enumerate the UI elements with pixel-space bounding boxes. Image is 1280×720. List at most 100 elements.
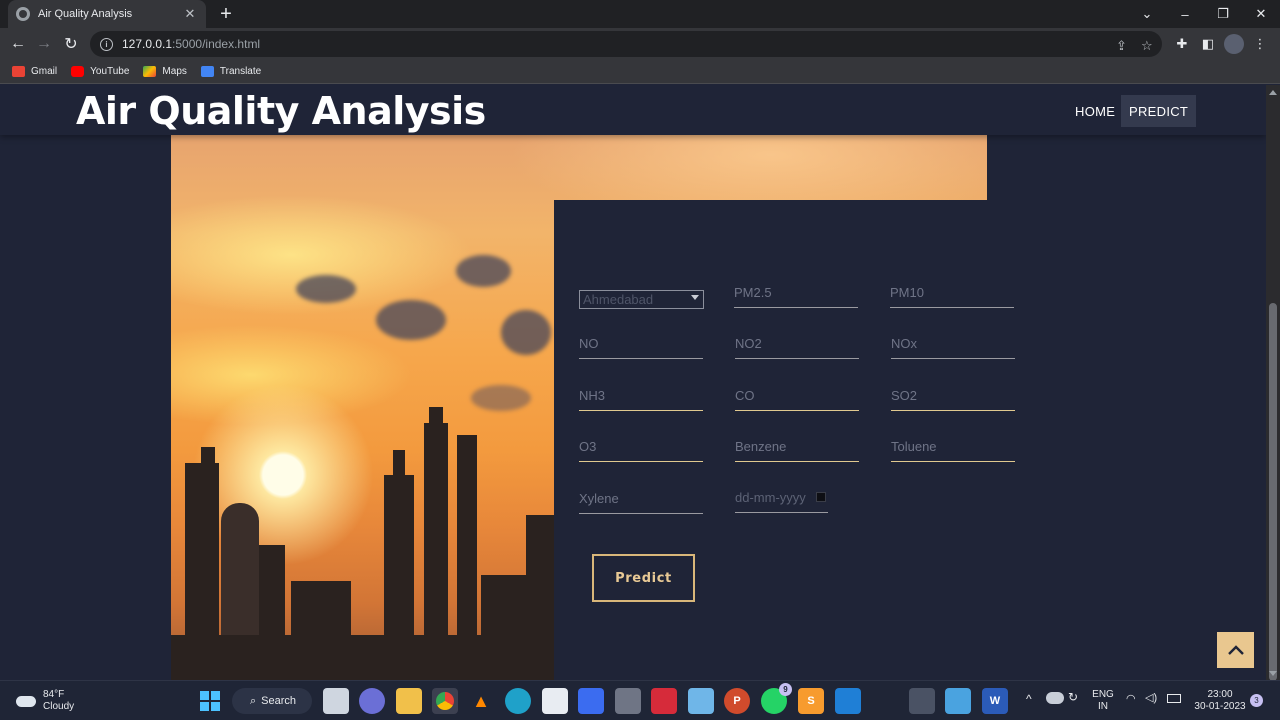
notification-badge[interactable]: 3 (1250, 694, 1263, 707)
pm10-field[interactable] (890, 278, 1014, 308)
info-icon[interactable]: i (100, 37, 113, 51)
toluene-field[interactable] (891, 432, 1015, 462)
battery-icon[interactable] (1167, 694, 1181, 703)
weather-widget[interactable]: 84°F Cloudy (16, 689, 74, 713)
co-input[interactable] (735, 381, 859, 409)
smoke-cloud (471, 385, 531, 411)
notepad-icon[interactable] (688, 688, 714, 714)
forward-arrow-icon[interactable]: → (32, 32, 56, 56)
back-arrow-icon[interactable]: ← (6, 32, 30, 56)
calendar-icon[interactable] (816, 492, 826, 502)
extensions-icon[interactable]: ✚ (1172, 34, 1192, 54)
bookmark-star-icon[interactable]: ☆ (1141, 38, 1153, 54)
no-field[interactable] (579, 329, 703, 359)
word-icon[interactable]: W (982, 688, 1008, 714)
app-icon[interactable] (945, 688, 971, 714)
o3-input[interactable] (579, 432, 703, 460)
teams-chat-icon[interactable] (359, 688, 385, 714)
vlc-icon[interactable]: ▲ (468, 688, 494, 714)
profile-avatar[interactable] (1224, 34, 1244, 54)
nh3-field[interactable] (579, 381, 703, 411)
clock[interactable]: 23:00 30-01-2023 (1190, 689, 1250, 713)
app-icon[interactable] (578, 688, 604, 714)
predict-button[interactable]: Predict (592, 554, 695, 602)
date-placeholder: dd-mm-yyyy (735, 490, 806, 505)
side-panel-icon[interactable]: ◧ (1198, 34, 1218, 54)
sublime-icon[interactable]: S (798, 688, 824, 714)
o3-field[interactable] (579, 432, 703, 462)
city-select[interactable]: Ahmedabad (579, 290, 704, 309)
benzene-input[interactable] (735, 432, 859, 460)
powerpoint-icon[interactable]: P (724, 688, 750, 714)
bookmark-youtube[interactable]: YouTube (71, 66, 129, 77)
so2-field[interactable] (891, 381, 1015, 411)
onedrive-icon[interactable] (1046, 692, 1064, 704)
no-input[interactable] (579, 329, 703, 357)
browser-tab[interactable]: Air Quality Analysis ✕ (8, 0, 206, 28)
pm25-field[interactable] (734, 278, 858, 308)
toluene-input[interactable] (891, 432, 1015, 460)
bookmarks-bar: Gmail YouTube Maps Translate (0, 60, 1280, 84)
sync-icon[interactable]: ↻ (1068, 691, 1078, 703)
ms-store-icon[interactable] (542, 688, 568, 714)
chevron-down-icon (691, 295, 699, 300)
terminal-icon[interactable] (909, 688, 935, 714)
scroll-down-icon[interactable] (1269, 671, 1277, 676)
scrollbar-thumb[interactable] (1269, 303, 1277, 681)
scroll-up-icon[interactable] (1269, 90, 1277, 95)
benzene-field[interactable] (735, 432, 859, 462)
windows-start-icon[interactable] (197, 688, 223, 714)
nh3-input[interactable] (579, 381, 703, 409)
minimize-icon[interactable]: – (1166, 0, 1204, 28)
taskbar-search-button[interactable]: ⌕ Search (232, 688, 312, 714)
window-close-icon[interactable]: ✕ (1242, 0, 1280, 28)
pm25-input[interactable] (734, 278, 858, 306)
site-title[interactable]: Air Quality Analysis (76, 89, 486, 133)
nav-predict[interactable]: PREDICT (1121, 95, 1197, 127)
app-icon[interactable] (615, 688, 641, 714)
reload-icon[interactable]: ↻ (59, 32, 83, 56)
back-to-top-button[interactable] (1217, 632, 1254, 668)
no2-input[interactable] (735, 329, 859, 357)
nav-home[interactable]: HOME (1067, 95, 1123, 127)
smoke-cloud (501, 310, 551, 355)
pm10-input[interactable] (890, 278, 1014, 306)
edge-icon[interactable] (505, 688, 531, 714)
menu-kebab-icon[interactable]: ⋮ (1250, 34, 1270, 54)
date-field[interactable]: dd-mm-yyyy (735, 483, 828, 513)
restore-icon[interactable]: ❐ (1204, 0, 1242, 28)
url-field[interactable]: i 127.0.0.1 :5000/index.html ⇪ ☆ (90, 31, 1162, 57)
tab-search-icon[interactable]: ⌄ (1128, 0, 1166, 28)
xylene-input[interactable] (579, 484, 703, 512)
nox-field[interactable] (891, 329, 1015, 359)
taskbar-search-label: Search (261, 695, 297, 707)
chevron-up-icon (1227, 645, 1244, 655)
weather-temperature: 84°F (43, 689, 65, 700)
chrome-icon[interactable] (432, 688, 458, 714)
page-scrollbar[interactable] (1266, 85, 1280, 681)
language-indicator[interactable]: ENG IN (1090, 689, 1116, 713)
tab-close-icon[interactable]: ✕ (182, 6, 198, 22)
mcafee-icon[interactable] (651, 688, 677, 714)
no2-field[interactable] (735, 329, 859, 359)
factory-tower (457, 435, 477, 680)
tray-overflow-icon[interactable]: ^ (1026, 693, 1032, 705)
so2-input[interactable] (891, 381, 1015, 409)
bookmark-maps[interactable]: Maps (143, 66, 187, 77)
bookmark-gmail[interactable]: Gmail (12, 66, 57, 77)
vscode-icon[interactable] (835, 688, 861, 714)
bookmark-translate[interactable]: Translate (200, 66, 261, 77)
share-icon[interactable]: ⇪ (1116, 38, 1127, 54)
whatsapp-icon[interactable]: 9 (761, 683, 792, 714)
file-explorer-icon[interactable] (396, 688, 422, 714)
new-tab-button[interactable]: + (216, 4, 236, 24)
xylene-field[interactable] (579, 484, 703, 514)
task-view-icon[interactable] (323, 688, 349, 714)
browser-tab-bar: Air Quality Analysis ✕ + ⌄ – ❐ ✕ (0, 0, 1280, 28)
bookmark-label: YouTube (90, 66, 130, 77)
nox-input[interactable] (891, 329, 1015, 357)
co-field[interactable] (735, 381, 859, 411)
volume-icon[interactable]: ◁) (1145, 692, 1157, 704)
wifi-icon[interactable]: ◠ (1126, 693, 1136, 705)
factory-building (481, 575, 526, 680)
